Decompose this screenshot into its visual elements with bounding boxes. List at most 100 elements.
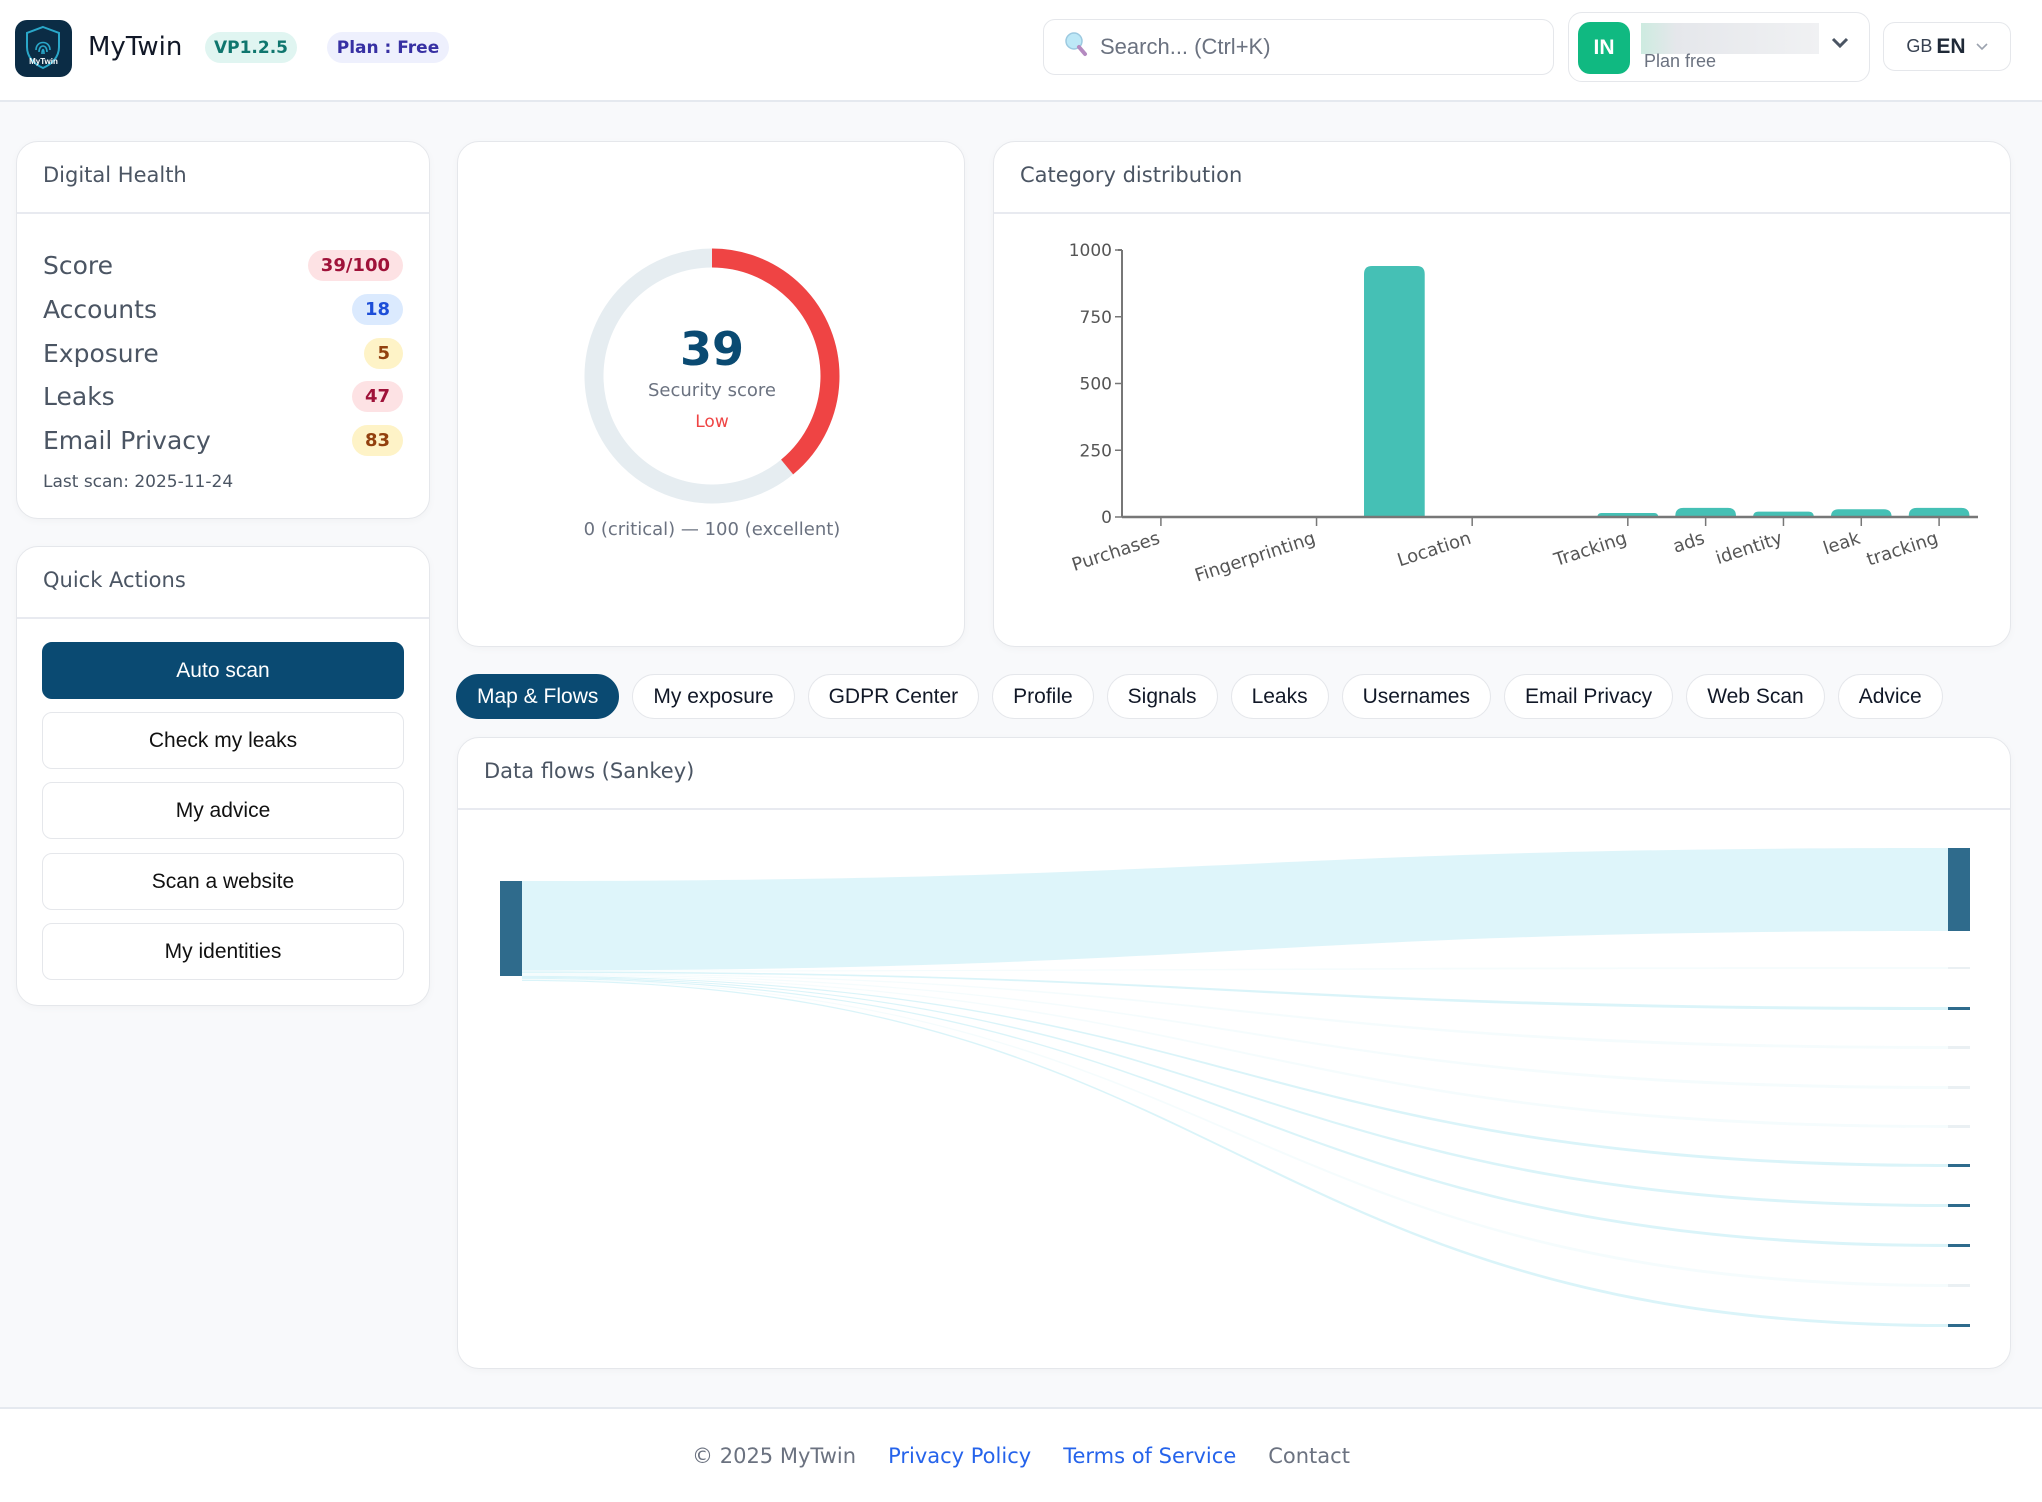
search-input[interactable]: Search... (Ctrl+K)	[1043, 19, 1554, 75]
plan-badge: Plan : Free	[327, 32, 449, 63]
version-badge: VP1.2.5	[205, 32, 297, 63]
footer: © 2025 MyTwin Privacy Policy Terms of Se…	[0, 1407, 2042, 1502]
x-tick-label: identity	[1713, 528, 1785, 569]
sankey-target-node[interactable]	[1948, 848, 1970, 931]
search-placeholder: Search... (Ctrl+K)	[1100, 34, 1271, 60]
brand-name: MyTwin	[88, 32, 182, 62]
my-advice-button[interactable]: My advice	[42, 782, 404, 839]
x-tick-label: leak	[1821, 528, 1864, 560]
stat-row-leaks: Leaks 47	[43, 379, 403, 413]
tab-leaks[interactable]: Leaks	[1231, 674, 1329, 719]
privacy-policy-link[interactable]: Privacy Policy	[888, 1444, 1031, 1468]
copyright: © 2025 MyTwin	[692, 1444, 856, 1468]
auto-scan-button[interactable]: Auto scan	[42, 642, 404, 699]
y-tick-label: 500	[1080, 375, 1112, 395]
my-identities-button[interactable]: My identities	[42, 923, 404, 980]
user-avatar: IN	[1578, 22, 1630, 74]
digital-health-card: Digital Health Score 39/100 Accounts 18 …	[16, 141, 430, 519]
last-scan: Last scan: 2025-11-24	[43, 472, 233, 492]
sankey-target-node[interactable]	[1948, 1007, 1970, 1010]
sankey-target-node[interactable]	[1948, 1284, 1970, 1287]
stat-badge: 47	[352, 381, 403, 412]
sankey-target-node[interactable]	[1948, 1324, 1970, 1327]
stat-badge: 18	[352, 294, 403, 325]
tab-email-privacy[interactable]: Email Privacy	[1504, 674, 1673, 719]
stat-label: Email Privacy	[43, 426, 211, 455]
tab-gdpr-center[interactable]: GDPR Center	[808, 674, 980, 719]
sankey-target-node[interactable]	[1948, 1086, 1970, 1089]
terms-link[interactable]: Terms of Service	[1063, 1444, 1236, 1468]
user-plan: Plan free	[1644, 51, 1716, 72]
divider	[17, 617, 429, 619]
user-menu[interactable]: IN Plan free	[1568, 12, 1870, 82]
sankey-link[interactable]	[522, 971, 1948, 1010]
y-tick-label: 250	[1080, 441, 1112, 461]
sankey-target-node[interactable]	[1948, 967, 1970, 969]
chevron-down-icon	[1831, 35, 1849, 54]
stat-label: Exposure	[43, 339, 159, 368]
sankey-card: Data flows (Sankey)	[457, 737, 2011, 1369]
tab-my-exposure[interactable]: My exposure	[632, 674, 794, 719]
tab-usernames[interactable]: Usernames	[1342, 674, 1491, 719]
divider	[17, 212, 429, 214]
security-score-card: 39 Security score Low 0 (critical) — 100…	[457, 141, 965, 647]
stat-badge: 39/100	[308, 250, 403, 281]
sankey-link[interactable]	[522, 848, 1948, 970]
bar[interactable]	[1364, 266, 1425, 517]
score-caption: Security score	[458, 380, 966, 401]
stat-badge: 83	[352, 425, 403, 456]
sankey-link[interactable]	[522, 978, 1948, 1247]
sankey-link[interactable]	[522, 973, 1948, 1049]
category-distribution-card: Category distribution 02505007501000Purc…	[993, 141, 2011, 647]
bar[interactable]	[1909, 508, 1970, 517]
sankey-target-node[interactable]	[1948, 1125, 1970, 1128]
y-tick-label: 1000	[1069, 241, 1112, 261]
search-icon	[1064, 31, 1088, 63]
svg-text:MyTwin: MyTwin	[29, 57, 58, 66]
x-tick-label: Fingerprinting	[1192, 528, 1318, 587]
language-selector[interactable]: GB EN	[1883, 22, 2011, 71]
x-tick-label: tracking	[1864, 528, 1941, 571]
bar[interactable]	[1675, 508, 1736, 517]
stat-badge: 5	[364, 338, 403, 369]
x-tick-label: Tracking	[1551, 528, 1630, 571]
contact-link[interactable]: Contact	[1268, 1444, 1350, 1468]
check-leaks-button[interactable]: Check my leaks	[42, 712, 404, 769]
flag-gb: GB	[1906, 36, 1932, 57]
quick-actions-card: Quick Actions Auto scan Check my leaks M…	[16, 546, 430, 1006]
top-bar: MyTwin MyTwin VP1.2.5 Plan : Free Search…	[0, 0, 2042, 102]
tab-map-flows[interactable]: Map & Flows	[456, 674, 619, 719]
sankey-source-node[interactable]	[500, 881, 522, 976]
card-title: Digital Health	[43, 163, 187, 187]
scan-website-button[interactable]: Scan a website	[42, 853, 404, 910]
stat-label: Score	[43, 251, 113, 280]
stat-row-email-privacy: Email Privacy 83	[43, 423, 403, 457]
sankey-target-node[interactable]	[1948, 1164, 1970, 1167]
section-tabs: Map & Flows My exposure GDPR Center Prof…	[456, 674, 1943, 719]
tab-signals[interactable]: Signals	[1107, 674, 1218, 719]
tab-web-scan[interactable]: Web Scan	[1686, 674, 1825, 719]
score-value: 39	[458, 322, 966, 376]
score-range: 0 (critical) — 100 (excellent)	[458, 519, 966, 540]
sankey-target-node[interactable]	[1948, 1046, 1970, 1049]
tab-advice[interactable]: Advice	[1838, 674, 1943, 719]
fingerprint-shield-icon: MyTwin	[15, 20, 72, 77]
app-logo[interactable]: MyTwin	[15, 20, 72, 77]
bar-chart: 02505007501000PurchasesFingerprintingLoc…	[994, 142, 2012, 648]
y-tick-label: 750	[1080, 308, 1112, 328]
user-name-redacted	[1641, 23, 1819, 54]
stat-label: Leaks	[43, 382, 115, 411]
x-tick-label: ads	[1670, 528, 1707, 558]
stat-row-accounts: Accounts 18	[43, 292, 403, 326]
sankey-link[interactable]	[522, 975, 1948, 1128]
stat-row-score: Score 39/100	[43, 248, 403, 282]
tab-profile[interactable]: Profile	[992, 674, 1094, 719]
sankey-target-node[interactable]	[1948, 1244, 1970, 1247]
language-code: EN	[1936, 35, 1965, 59]
stat-label: Accounts	[43, 295, 157, 324]
sankey-target-node[interactable]	[1948, 1204, 1970, 1207]
score-level: Low	[458, 412, 966, 432]
sankey-link[interactable]	[522, 976, 1948, 1167]
card-title: Quick Actions	[43, 568, 186, 592]
sankey-link[interactable]	[522, 979, 1948, 1287]
